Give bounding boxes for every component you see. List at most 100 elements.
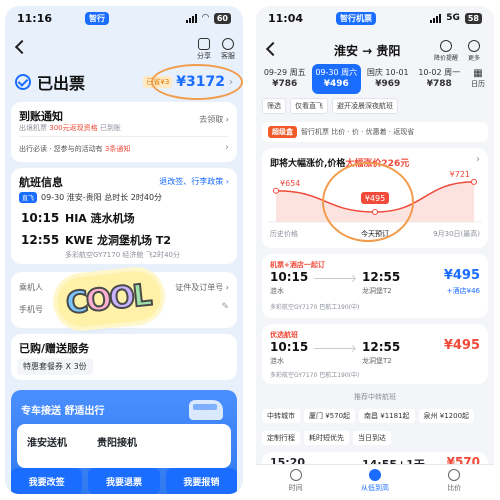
transfer-options: 定制行程 耗时短优先 当日到达 bbox=[262, 430, 488, 446]
transfer-cities: 中转城市 厦门 ¥570起 南昌 ¥1181起 泉州 ¥1200起 bbox=[262, 408, 488, 424]
wifi-icon: ◠ bbox=[201, 13, 209, 23]
flight-title: 航班信息 bbox=[19, 176, 63, 189]
date-tabs: 09-29 周五 ¥786 09-30 周六 ¥496 国庆 10-01 ¥969 1… bbox=[260, 64, 490, 94]
departure-time: 10:15 bbox=[270, 340, 309, 354]
saved-badge: 已省¥3 bbox=[143, 76, 173, 88]
trend-data-label: ¥721 bbox=[450, 170, 470, 179]
route-title[interactable]: 淮安 → 贵阳 bbox=[334, 42, 400, 59]
signal-icon bbox=[185, 13, 197, 23]
short-time-chip[interactable]: 耗时短优先 bbox=[304, 431, 349, 445]
claim-link[interactable]: 去领取 › bbox=[199, 114, 229, 125]
back-icon[interactable] bbox=[265, 41, 281, 57]
date-tab[interactable]: 10-02 周一 ¥788 bbox=[415, 64, 465, 94]
direct-tag: 直飞 bbox=[19, 192, 38, 203]
status-time: 11:04 bbox=[268, 11, 304, 25]
flight-result-card[interactable]: 机票+酒店一起订 10:15 涟水 12:55 龙洞堡T2 ¥495 +酒店¥4… bbox=[262, 254, 488, 318]
service-button[interactable]: 客服 bbox=[217, 38, 239, 61]
edit-icon[interactable]: ✎ bbox=[221, 302, 229, 312]
price-trend-chart: ¥654 历史价格 ¥495 今天预订 ¥721 9月30日(最高) bbox=[268, 170, 482, 238]
services-title: 已购/赠送服务 bbox=[19, 342, 90, 355]
arrival-airport: 龙洞堡T2 bbox=[362, 357, 392, 365]
bottom-nav: 时间 从低到高 比价 bbox=[256, 464, 494, 494]
nav-compare[interactable]: 比价 bbox=[415, 465, 494, 494]
trend-data-label: ¥654 bbox=[280, 179, 300, 188]
app-pill: 智行 bbox=[85, 11, 109, 25]
back-icon[interactable] bbox=[14, 39, 30, 55]
arrival-desc: 出境机票 300元返现资格 已到账 bbox=[19, 124, 121, 132]
reimburse-button[interactable]: 我要报销 bbox=[165, 468, 237, 494]
same-day-chip[interactable]: 当日到达 bbox=[353, 431, 391, 445]
route-arrow-icon bbox=[314, 348, 354, 349]
promo-logo: 超级盒 bbox=[268, 126, 297, 138]
flight-meta: 多彩航空GY7170 巴航工190(中) bbox=[270, 372, 360, 379]
more-button[interactable]: 更多 bbox=[460, 40, 488, 62]
signal-icon bbox=[430, 13, 442, 23]
policy-link[interactable]: 退改签、行李政策 › bbox=[159, 176, 229, 187]
status-bar: 11:16 智行 ◠ 60 bbox=[5, 6, 243, 30]
trend-point bbox=[273, 187, 279, 194]
filter-button[interactable]: 筛选 bbox=[262, 98, 286, 114]
price-summary[interactable]: 已省¥3 ¥3172 › bbox=[143, 74, 233, 90]
price-trend-card[interactable]: 即将大幅涨价,价格大幅涨价226元 › ¥654 历史价格 ¥495 今天预订 ¥721… bbox=[262, 148, 488, 248]
arrival-row: 12:55 KWE 龙洞堡机场 T2 bbox=[21, 232, 171, 248]
trend-point bbox=[372, 209, 378, 215]
date-tab[interactable]: 09-29 周五 ¥786 bbox=[260, 64, 310, 94]
status-bar: 11:04 智行机票 5G 58 bbox=[256, 6, 494, 30]
custom-trip-chip[interactable]: 定制行程 bbox=[262, 431, 300, 445]
share-icon bbox=[198, 38, 210, 50]
recommend-label: 推荐中转航班 bbox=[354, 393, 396, 401]
transfer-city[interactable]: 厦门 ¥570起 bbox=[304, 409, 356, 423]
left-phone: 11:16 智行 ◠ 60 分享 客服 已出票 已省¥3 ¥3172 › 到账通… bbox=[5, 6, 243, 494]
bundle-tag: 机票+酒店一起订 bbox=[270, 261, 325, 269]
departure-time: 10:15 bbox=[21, 211, 60, 225]
arrival-card: 到账通知 出境机票 300元返现资格 已到账 去领取 › 出行必读 · 您参与的… bbox=[11, 102, 237, 162]
flight-price: ¥495 bbox=[443, 338, 480, 353]
share-button[interactable]: 分享 bbox=[193, 38, 215, 61]
trend-data-label: ¥495 bbox=[365, 194, 385, 203]
departure-row: 10:15 HIA 涟水机场 bbox=[21, 210, 135, 226]
total-price: ¥3172 bbox=[176, 74, 225, 90]
refund-button[interactable]: 我要退票 bbox=[88, 468, 160, 494]
doc-order-link[interactable]: 证件及订单号 › bbox=[175, 282, 229, 293]
price-alert-button[interactable]: 降价提醒 bbox=[432, 40, 460, 62]
right-phone: 11:04 智行机票 5G 58 淮安 → 贵阳 降价提醒 更多 09-29 周… bbox=[256, 6, 494, 494]
departure-airport: HIA 涟水机场 bbox=[65, 212, 135, 225]
direct-only-filter[interactable]: 仅看直飞 bbox=[290, 98, 328, 114]
transfer-city[interactable]: 泉州 ¥1200起 bbox=[418, 409, 475, 423]
trend-point bbox=[471, 178, 477, 185]
arrival-time: 12:55 bbox=[362, 340, 401, 354]
phone-label: 手机号 bbox=[19, 305, 43, 314]
bottom-actions: 我要改签 我要退票 我要报销 bbox=[11, 468, 237, 494]
check-icon bbox=[15, 74, 31, 90]
service-chip[interactable]: 特惠套餐券 X 3份 bbox=[17, 358, 93, 375]
network-label: 5G bbox=[446, 13, 460, 23]
dropoff-link[interactable]: 淮安送机 bbox=[27, 434, 67, 449]
arrival-title: 到账通知 bbox=[19, 110, 63, 123]
passenger-label: 乘机人 bbox=[19, 283, 43, 292]
chevron-right-icon: › bbox=[225, 142, 229, 153]
issued-row: 已出票 已省¥3 ¥3172 › bbox=[15, 70, 233, 94]
calendar-icon: ▦ bbox=[473, 68, 483, 79]
change-button[interactable]: 我要改签 bbox=[11, 468, 83, 494]
date-tab-active[interactable]: 09-30 周六 ¥496 bbox=[311, 64, 361, 94]
hotel-addon: +酒店¥46 bbox=[446, 287, 480, 295]
preferred-tag: 优选航班 bbox=[270, 331, 298, 339]
nav-low-to-high[interactable]: 从低到高 bbox=[335, 465, 414, 494]
calendar-button[interactable]: ▦ 日历 bbox=[466, 64, 490, 94]
transfer-card: 淮安送机 贵阳接机 bbox=[17, 424, 231, 468]
trend-tick-label: 9月30日(最高) bbox=[433, 229, 480, 238]
clock-icon bbox=[289, 469, 302, 481]
flight-result-card[interactable]: 优选航班 10:15 涟水 12:55 龙洞堡T2 ¥495 多彩航空GY717… bbox=[262, 324, 488, 384]
nav-time[interactable]: 时间 bbox=[256, 465, 335, 494]
avoid-night-filter[interactable]: 避开凌晨深夜航班 bbox=[332, 98, 398, 114]
promo-bar[interactable]: 超级盒 智行机票 比价 · 价 · 优惠着 · 返现省 bbox=[262, 122, 488, 142]
arrival-airport: KWE 龙洞堡机场 T2 bbox=[65, 234, 171, 247]
pickup-link[interactable]: 贵阳接机 bbox=[97, 434, 137, 449]
date-tab[interactable]: 国庆 10-01 ¥969 bbox=[363, 64, 413, 94]
sort-icon bbox=[368, 469, 381, 481]
trend-tick-label: 历史价格 bbox=[270, 229, 298, 238]
sticker-letter: L bbox=[130, 276, 155, 315]
flight-summary: 直飞 09-30 淮安-贵阳 总时长 2时40分 bbox=[19, 192, 162, 203]
transfer-city[interactable]: 南昌 ¥1181起 bbox=[359, 409, 415, 423]
activity-notice[interactable]: 出行必读 · 您参与的活动有 3条通知 bbox=[19, 144, 130, 154]
